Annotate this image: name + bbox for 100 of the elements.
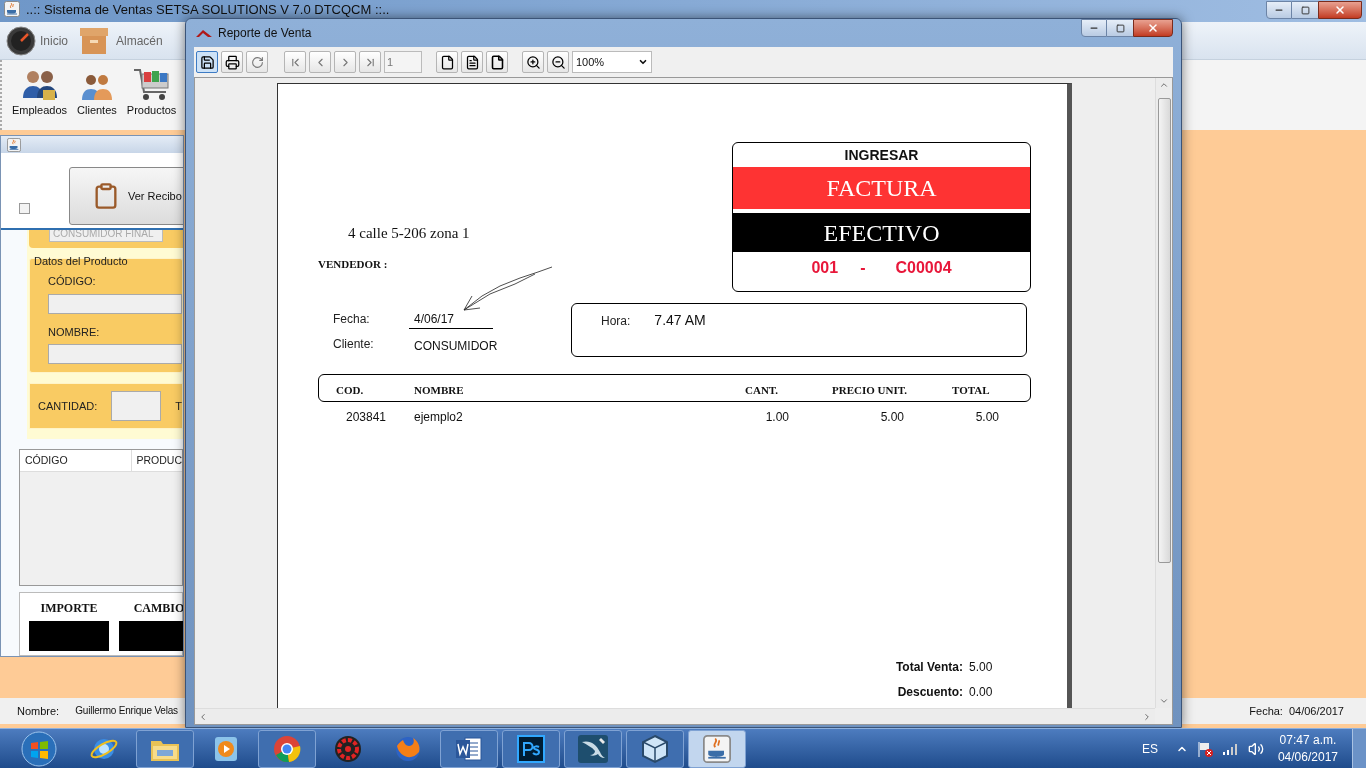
column-header: PRECIO UNIT. (832, 383, 907, 398)
gauge-icon (6, 25, 36, 56)
close-button[interactable] (1133, 19, 1173, 37)
group-title: Datos del Producto (33, 253, 129, 269)
document-icon (453, 734, 485, 763)
payment-type: EFECTIVO (733, 213, 1030, 252)
windows-logo-icon (20, 729, 58, 768)
zoom-in-button[interactable] (522, 51, 544, 73)
maximize-icon (1115, 23, 1125, 33)
clock[interactable]: 07:47 a.m. 04/06/2017 (1277, 731, 1338, 766)
fit-width-button[interactable] (486, 51, 508, 73)
print-button[interactable] (221, 51, 243, 73)
table-cell-text: 5.00 (880, 409, 904, 426)
save-button[interactable] (196, 51, 218, 73)
date-value: 4/06/17 (409, 310, 493, 329)
maximize-icon (1300, 5, 1310, 15)
taskbar-button[interactable] (502, 729, 560, 768)
menu-tab[interactable]: Almacén (78, 25, 163, 56)
fit-page-button[interactable] (461, 51, 483, 73)
column-header: PRODUC (135, 452, 182, 468)
toolbar-button[interactable]: Productos (126, 65, 177, 118)
column-header: TOTAL (952, 383, 990, 398)
signal-icon[interactable] (1221, 741, 1240, 756)
image-editor-icon (517, 734, 545, 763)
table-cell-text: 203841 (346, 409, 387, 426)
minimize-button[interactable] (1081, 19, 1107, 37)
separator: - (860, 257, 866, 278)
vertical-scrollbar[interactable] (1155, 78, 1172, 708)
page-field[interactable]: 1 (384, 51, 422, 73)
field-label: CANTIDAD: (38, 398, 98, 414)
page-icon (464, 54, 480, 70)
seller-label: VENDEDOR : (318, 257, 388, 272)
box-heading: INGRESAR (843, 145, 920, 165)
maximize-button[interactable] (1107, 19, 1133, 37)
name-field[interactable] (48, 344, 182, 364)
speaker-icon[interactable] (1247, 740, 1264, 757)
save-icon (199, 54, 215, 70)
refresh-icon (250, 55, 264, 69)
coffee-cup-icon (4, 1, 20, 17)
receipt-button[interactable]: Ver Recibo (69, 167, 183, 226)
scroll-down-icon (1159, 696, 1169, 706)
zoom-dropdown[interactable]: 100% (572, 51, 652, 73)
total-value: 0.00 (969, 684, 993, 701)
table-cell-text: 1.00 (765, 409, 789, 426)
column-header: CANT. (745, 383, 779, 398)
code-field[interactable] (48, 293, 182, 314)
address: 4 calle 5-206 zona 1 (348, 224, 470, 243)
taskbar-button[interactable] (626, 729, 684, 768)
taskbar-button[interactable] (564, 729, 622, 768)
first-page-button[interactable] (284, 51, 306, 73)
field-label: Cliente: (333, 336, 374, 353)
total-label: Descuento: (896, 684, 963, 701)
field-label: NOMBRE: (47, 324, 101, 340)
previous-page-button[interactable] (309, 51, 331, 73)
total-label: CAMBIO (133, 600, 183, 617)
gear-icon (333, 733, 363, 764)
field-label: CÓDIGO: (47, 274, 97, 289)
taskbar-button[interactable] (258, 729, 316, 768)
toolbar-button[interactable]: Empleados (12, 67, 68, 118)
document-type: FACTURA (733, 167, 1030, 209)
series-number: 001 (811, 257, 839, 278)
start-button[interactable] (18, 729, 60, 768)
quantity-field[interactable] (111, 391, 162, 421)
column-header: NOMBRE (414, 383, 464, 398)
window-title: Reporte de Venta (218, 25, 312, 42)
scrollbar-thumb[interactable] (1157, 98, 1171, 563)
next-page-button[interactable] (334, 51, 356, 73)
window-title: ..:: Sistema de Ventas SETSA SOLUTIONS V 7.0 DTCQCM ::.. (26, 1, 390, 17)
roof-icon (196, 28, 212, 38)
close-button[interactable] (1318, 1, 1362, 19)
taskbar-button[interactable] (688, 729, 746, 768)
scroll-right-icon (1142, 711, 1152, 722)
total-label: IMPORTE (40, 600, 98, 617)
close-icon (1334, 4, 1346, 16)
taskbar-button[interactable] (440, 729, 498, 768)
close-icon (1147, 22, 1159, 34)
flag-icon[interactable] (1195, 739, 1214, 758)
browser-icon (272, 733, 302, 764)
zoom-out-icon (550, 54, 566, 70)
page-icon (489, 54, 505, 70)
horizontal-scrollbar[interactable] (195, 708, 1155, 724)
scroll-left-icon (198, 711, 208, 722)
status-label: Fecha: (1249, 703, 1283, 719)
cube-icon (640, 733, 670, 764)
last-page-button[interactable] (359, 51, 381, 73)
maximize-button[interactable] (1292, 1, 1318, 19)
zoom-out-button[interactable] (547, 51, 569, 73)
minimize-button[interactable] (1266, 1, 1292, 19)
toolbar-button[interactable]: Clientes (77, 71, 117, 118)
language-indicator[interactable]: ES (1141, 739, 1158, 758)
status-label: Nombre: (17, 703, 60, 719)
total-field (119, 621, 183, 651)
taskbar-button[interactable] (136, 729, 194, 768)
actual-size-button[interactable] (436, 51, 458, 73)
column-header: COD. (336, 383, 364, 398)
zoom-in-icon (525, 54, 541, 70)
menu-tab[interactable]: Inicio (6, 25, 68, 56)
refresh-button[interactable] (246, 51, 268, 73)
checkbox[interactable] (19, 202, 30, 214)
coffee-cup-icon (703, 734, 731, 763)
